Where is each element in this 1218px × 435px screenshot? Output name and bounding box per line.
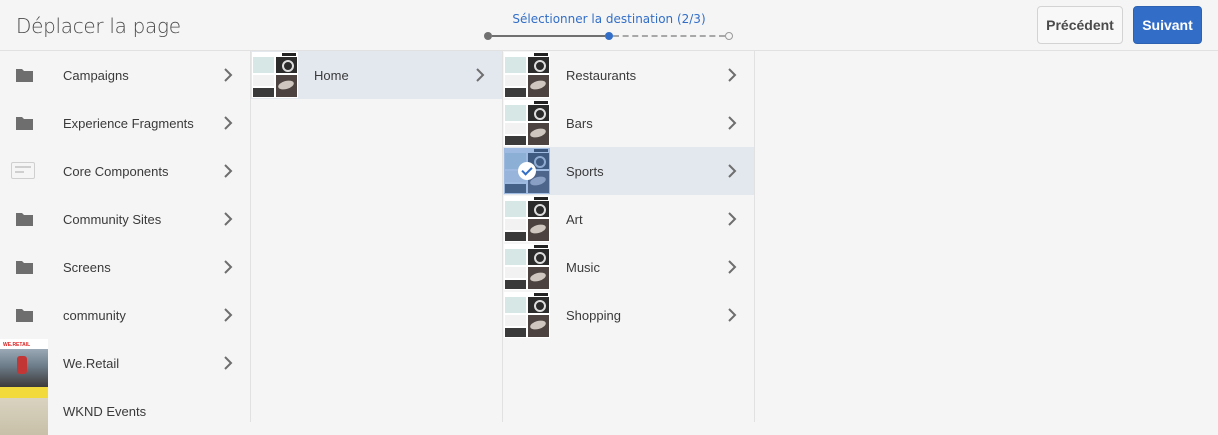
chevron-right-icon[interactable] (220, 355, 236, 371)
item-label: Shopping (566, 308, 621, 323)
folder-icon (16, 261, 33, 274)
item-label: Campaigns (63, 68, 129, 83)
item-label: Bars (566, 116, 593, 131)
chevron-right-icon[interactable] (220, 163, 236, 179)
page-thumbnail (252, 52, 298, 98)
column-item-experience-fragments[interactable]: Experience Fragments (0, 99, 250, 147)
column-2: Home (251, 51, 503, 422)
column-item-art[interactable]: Art (503, 195, 754, 243)
progress-line-pending (613, 35, 725, 37)
chevron-right-icon[interactable] (724, 307, 740, 323)
previous-button[interactable]: Précédent (1037, 6, 1123, 44)
column-item-community-sites[interactable]: Community Sites (0, 195, 250, 243)
chevron-right-icon[interactable] (724, 259, 740, 275)
page-thumbnail[interactable] (504, 148, 550, 194)
item-label: Community Sites (63, 212, 162, 227)
chevron-right-icon[interactable] (724, 163, 740, 179)
item-label: Home (314, 68, 349, 83)
page-thumbnail (504, 100, 550, 146)
chevron-right-icon[interactable] (724, 115, 740, 131)
page-thumbnail (504, 196, 550, 242)
column-item-wknd-events[interactable]: WKND Events (0, 387, 250, 435)
page-thumbnail (504, 52, 550, 98)
column-item-screens[interactable]: Screens (0, 243, 250, 291)
folder-icon (16, 117, 33, 130)
top-bar: Déplacer la page Sélectionner la destina… (0, 0, 1218, 51)
item-label: Experience Fragments (63, 116, 194, 131)
step-1-dot (484, 32, 492, 40)
column-item-restaurants[interactable]: Restaurants (503, 51, 754, 99)
column-item-bars[interactable]: Bars (503, 99, 754, 147)
item-label: Screens (63, 260, 111, 275)
chevron-right-icon[interactable] (724, 67, 740, 83)
chevron-right-icon[interactable] (220, 259, 236, 275)
chevron-right-icon[interactable] (472, 67, 488, 83)
wizard-progress: Sélectionner la destination (2/3) (480, 10, 740, 44)
checkmark-icon (518, 162, 536, 180)
column-item-we-retail[interactable]: WE.RETAIL We.Retail (0, 339, 250, 387)
chevron-right-icon[interactable] (220, 67, 236, 83)
progress-line-completed (492, 35, 605, 37)
item-label: community (63, 308, 126, 323)
chevron-right-icon[interactable] (220, 115, 236, 131)
chevron-right-icon[interactable] (220, 307, 236, 323)
we-retail-logo: WE.RETAIL (3, 342, 31, 348)
column-item-sports[interactable]: Sports (503, 147, 754, 195)
chevron-right-icon[interactable] (724, 211, 740, 227)
column-item-core-components[interactable]: Core Components (0, 147, 250, 195)
column-item-community[interactable]: community (0, 291, 250, 339)
column-item-home[interactable]: Home (251, 51, 502, 99)
item-label: Sports (566, 164, 604, 179)
next-button[interactable]: Suivant (1133, 6, 1202, 44)
item-label: Music (566, 260, 600, 275)
column-1: Campaigns Experience Fragments Core Comp… (0, 51, 251, 435)
column-item-campaigns[interactable]: Campaigns (0, 51, 250, 99)
column-item-music[interactable]: Music (503, 243, 754, 291)
step-2-dot (605, 32, 613, 40)
page-title: Déplacer la page (16, 14, 181, 38)
item-label: Core Components (63, 164, 169, 179)
page-thumbnail (504, 292, 550, 338)
column-3: Restaurants Bars Sports Art Music Shoppi… (503, 51, 755, 422)
item-label: We.Retail (63, 356, 120, 371)
component-icon (11, 162, 35, 179)
item-label: WKND Events (63, 404, 147, 419)
wizard-step-label: Sélectionner la destination (2/3) (512, 12, 706, 26)
chevron-right-icon[interactable] (220, 211, 236, 227)
page-thumbnail: WE.RETAIL (0, 339, 48, 387)
folder-icon (16, 69, 33, 82)
page-thumbnail (0, 387, 48, 435)
page-thumbnail (504, 244, 550, 290)
item-label: Art (566, 212, 583, 227)
column-item-shopping[interactable]: Shopping (503, 291, 754, 339)
folder-icon (16, 213, 33, 226)
item-label: Restaurants (566, 68, 637, 83)
step-3-dot (725, 32, 733, 40)
folder-icon (16, 309, 33, 322)
